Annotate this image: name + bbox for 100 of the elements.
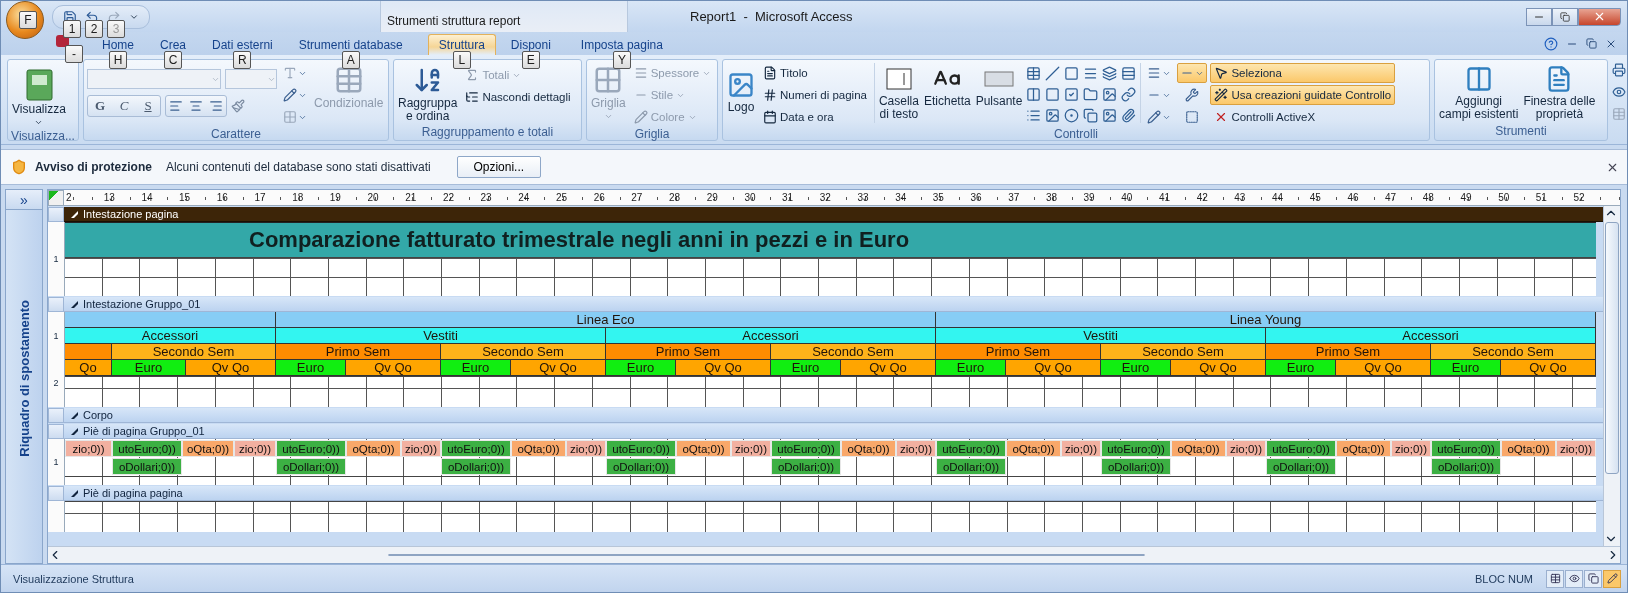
section-label: Corpo bbox=[83, 409, 113, 421]
ruler-number: 27 bbox=[631, 191, 644, 205]
ruler-number: 23 bbox=[480, 191, 493, 205]
column-header: Accessori bbox=[1266, 328, 1596, 344]
column-header: Primo Sem bbox=[1266, 344, 1431, 360]
ruler-number: 46 bbox=[1347, 191, 1360, 205]
view-button[interactable]: Visualizza bbox=[11, 67, 67, 129]
section-label: Piè di pagina Gruppo_01 bbox=[83, 425, 205, 437]
column-header: Euro bbox=[1101, 360, 1171, 376]
keytip: F bbox=[19, 10, 37, 29]
field-cell: oDollari;0)) bbox=[441, 458, 511, 475]
field-cell: utoEuro;0)) bbox=[276, 440, 346, 457]
ruler-number: 18 bbox=[292, 191, 305, 205]
column-header: Euro bbox=[276, 360, 346, 376]
column-header: Euro bbox=[112, 360, 186, 376]
format-button[interactable]: G bbox=[88, 96, 112, 116]
field-cell: utoEuro;0)) bbox=[606, 440, 676, 457]
keytip: H bbox=[109, 51, 127, 69]
column-header: Secondo Sem bbox=[112, 344, 276, 360]
insert-button[interactable]: Titolo bbox=[759, 63, 871, 83]
logo-button[interactable]: Logo bbox=[726, 69, 756, 116]
column-header: Qv Qo bbox=[676, 360, 771, 376]
column-header: Primo Sem bbox=[606, 344, 771, 360]
field-cell: oQta;0)) bbox=[346, 440, 401, 457]
field-cell: zio;0)) bbox=[1061, 440, 1101, 457]
ruler-number: 17 bbox=[254, 191, 267, 205]
column-header: Secondo Sem bbox=[771, 344, 936, 360]
group-label: Strumenti bbox=[1494, 124, 1548, 140]
field-cell: oQta;0)) bbox=[1336, 440, 1391, 457]
column-header: Linea Eco bbox=[276, 312, 936, 328]
ruler-number: 2 bbox=[53, 378, 59, 389]
ruler-number: 13 bbox=[103, 191, 116, 205]
section-bar[interactable]: Piè di pagina Gruppo_01 bbox=[64, 424, 1603, 439]
field-cell: zio;0)) bbox=[1391, 440, 1431, 457]
insert-button[interactable]: Numeri di pagina bbox=[759, 85, 871, 105]
column-header: Euro bbox=[936, 360, 1006, 376]
control-button[interactable]: Casella di testo bbox=[877, 63, 920, 123]
ruler-number: 31 bbox=[782, 191, 795, 205]
column-header: Secondo Sem bbox=[1431, 344, 1596, 360]
section-bar[interactable]: Intestazione pagina bbox=[64, 207, 1603, 222]
section-bar[interactable]: Piè di pagina pagina bbox=[64, 486, 1603, 501]
field-cell: zio;0)) bbox=[566, 440, 606, 457]
column-header: Secondo Sem bbox=[441, 344, 606, 360]
ruler-number: 24 bbox=[518, 191, 531, 205]
ruler-number: 28 bbox=[669, 191, 682, 205]
control-toggle[interactable]: Usa creazioni guidate Controllo bbox=[1210, 85, 1396, 105]
group-label: Visualizza... bbox=[10, 129, 76, 144]
add-fields-button[interactable]: Aggiungi campi esistenti bbox=[1438, 63, 1520, 123]
insert-button[interactable]: Data e ora bbox=[759, 107, 871, 127]
contextual-tab-header: Strumenti struttura report bbox=[380, 1, 628, 32]
property-sheet-button[interactable]: Finestra delle proprietà bbox=[1522, 63, 1597, 123]
column-header: Euro bbox=[1431, 360, 1501, 376]
column-header: Qv Qo bbox=[841, 360, 936, 376]
column-header: Euro bbox=[441, 360, 511, 376]
field-cell: utoEuro;0)) bbox=[1266, 440, 1336, 457]
section-bar[interactable]: Corpo bbox=[64, 408, 1603, 423]
format-button[interactable]: S bbox=[136, 96, 160, 116]
ruler-number: 40 bbox=[1121, 191, 1134, 205]
options-button[interactable]: Opzioni... bbox=[456, 156, 541, 178]
expand-button[interactable]: » bbox=[6, 190, 42, 210]
field-cell: oDollari;0)) bbox=[1101, 458, 1171, 475]
hide-details-button[interactable]: Nascondi dettagli bbox=[461, 87, 575, 107]
control-toggle[interactable]: Seleziona bbox=[1210, 63, 1396, 83]
field-cell: oQta;0)) bbox=[1171, 440, 1226, 457]
office-button[interactable]: F bbox=[6, 1, 44, 39]
keytip: - bbox=[65, 45, 83, 63]
ribbon-tab[interactable]: Struttura bbox=[427, 34, 496, 55]
ruler-number: 35 bbox=[932, 191, 945, 205]
ruler-number: 47 bbox=[1385, 191, 1398, 205]
field-cell: utoEuro;0)) bbox=[1431, 440, 1501, 457]
ruler-number: 36 bbox=[970, 191, 983, 205]
field-cell: oQta;0)) bbox=[676, 440, 731, 457]
field-cell: oQta;0)) bbox=[1501, 440, 1556, 457]
field-cell: zio;0)) bbox=[1556, 440, 1596, 457]
keytip: A bbox=[341, 51, 360, 69]
ruler-number: 39 bbox=[1083, 191, 1096, 205]
column-header: Qv Qo bbox=[511, 360, 606, 376]
group-label: Raggruppamento e totali bbox=[420, 125, 555, 140]
keytip: 2 bbox=[85, 19, 103, 38]
section-label: Intestazione Gruppo_01 bbox=[83, 298, 201, 310]
control-toggle[interactable]: Controlli ActiveX bbox=[1210, 107, 1396, 127]
ruler-number: 1 bbox=[53, 254, 59, 264]
format-button[interactable]: C bbox=[112, 96, 136, 116]
field-cell: utoEuro;0)) bbox=[771, 440, 841, 457]
control-button[interactable]: Pulsante bbox=[974, 63, 1024, 110]
ruler-number: 42 bbox=[1196, 191, 1209, 205]
ruler-number: 16 bbox=[216, 191, 229, 205]
ruler-number: 2 bbox=[66, 191, 73, 205]
section-bar[interactable]: Intestazione Gruppo_01 bbox=[64, 297, 1603, 312]
ruler-number: 38 bbox=[1045, 191, 1058, 205]
field-cell: oQta;0)) bbox=[511, 440, 566, 457]
navigation-pane-label[interactable]: Riquadro di spostamento bbox=[16, 300, 32, 457]
column-header: Qo bbox=[65, 360, 112, 376]
control-button[interactable]: Etichetta bbox=[922, 63, 972, 110]
message-title: Avviso di protezione bbox=[35, 160, 152, 174]
column-header: Euro bbox=[1266, 360, 1336, 376]
keytip: 1 bbox=[63, 19, 81, 38]
field-cell: utoEuro;0)) bbox=[112, 440, 182, 457]
column-header: Accessori bbox=[606, 328, 936, 344]
group-label: Controlli bbox=[1053, 127, 1099, 142]
